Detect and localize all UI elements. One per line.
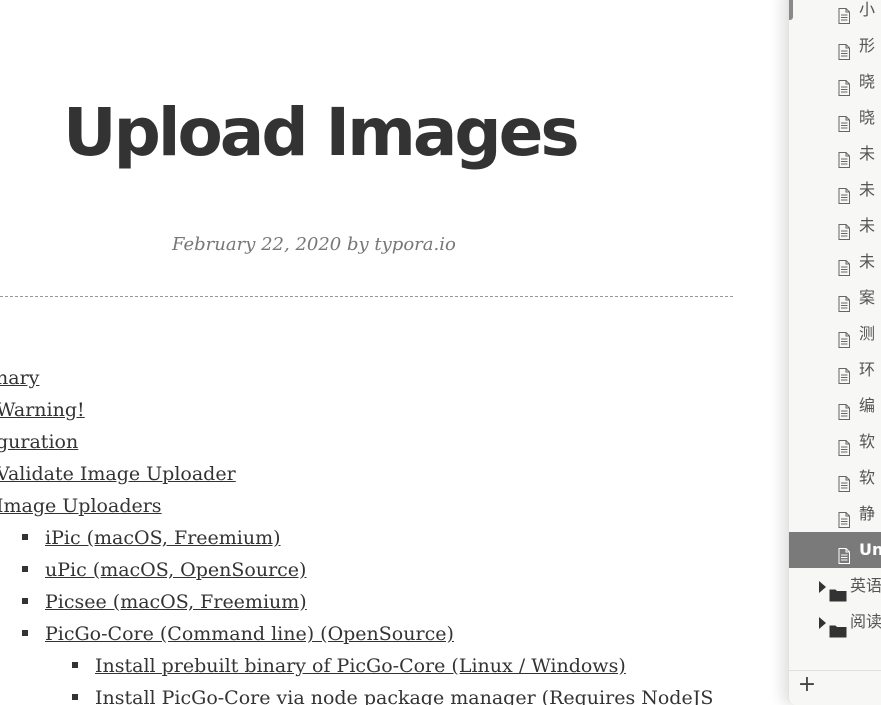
file-tree-item[interactable]: 测 [789, 316, 881, 352]
toc-link-text: guration [0, 431, 79, 453]
file-tree-item[interactable]: 软 [789, 460, 881, 496]
folder-icon [829, 615, 847, 638]
file-tree-item[interactable]: 晓 [789, 100, 881, 136]
toc-link[interactable]: Install prebuilt binary of PicGo-Core (L… [72, 652, 626, 680]
document-icon [838, 37, 850, 60]
file-tree-item-label: 静 [859, 504, 876, 523]
document-icon [838, 325, 850, 348]
file-tree-item-label: 案 [859, 288, 876, 307]
file-tree-item[interactable]: 编 [789, 388, 881, 424]
add-file-button[interactable]: + [797, 674, 817, 696]
file-tree-item-label: 编 [859, 396, 876, 415]
toc-link-text: Picsee (macOS, Freemium) [45, 591, 307, 613]
file-tree-item-label: 软 [859, 468, 876, 487]
file-tree-item[interactable]: 小 [789, 0, 881, 28]
editor-area[interactable]: Upload Images February 22, 2020 by typor… [0, 0, 760, 705]
toc-link-text: Install PicGo-Core via node package mana… [95, 687, 714, 705]
document-icon [838, 181, 850, 204]
file-tree-item-label: 软 [859, 432, 876, 451]
file-tree-item-label: 测 [859, 324, 876, 343]
folder-icon [829, 579, 847, 602]
file-tree-sidebar: 小形晓晓未未未未案测环编软软静 Un 英语 阅读 + [788, 0, 881, 705]
toc-link-text: Image Uploaders [0, 495, 162, 517]
toc-link[interactable]: Validate Image Uploader [0, 460, 236, 488]
file-tree-item[interactable]: 未 [789, 244, 881, 280]
document-icon [838, 109, 850, 132]
toc-link-text: Validate Image Uploader [0, 463, 236, 485]
file-tree-item[interactable]: 软 [789, 424, 881, 460]
document-icon [838, 73, 850, 96]
document-icon [838, 145, 850, 168]
toc-link-text: iPic (macOS, Freemium) [45, 527, 281, 549]
toc-link[interactable]: guration [0, 428, 78, 456]
file-tree-item[interactable]: 未 [789, 136, 881, 172]
file-tree-item-label: 小 [859, 0, 876, 19]
document-icon [838, 253, 850, 276]
toc-bullet [22, 598, 28, 604]
file-tree-item[interactable]: 晓 [789, 64, 881, 100]
toc-link[interactable]: Image Uploaders [0, 492, 162, 520]
toc-link[interactable]: Install PicGo-Core via node package mana… [72, 684, 713, 705]
file-tree-folder-label: 英语 [850, 576, 881, 595]
file-tree-item-label: 形 [859, 36, 876, 55]
document-icon [838, 1, 850, 24]
toc-link[interactable]: iPic (macOS, Freemium) [22, 524, 281, 552]
toc-bullet [72, 694, 78, 700]
toc-bullet [22, 566, 28, 572]
sidebar-footer: + [789, 670, 881, 705]
file-tree-item[interactable]: 形 [789, 28, 881, 64]
file-tree-item[interactable]: 未 [789, 208, 881, 244]
toc-link[interactable]: nary [0, 364, 39, 392]
file-tree-item[interactable]: 未 [789, 172, 881, 208]
file-tree-item-label: 未 [859, 216, 876, 235]
toc-link-text: uPic (macOS, OpenSource) [45, 559, 307, 581]
file-tree-item[interactable]: Un [789, 532, 881, 568]
document-icon [838, 217, 850, 240]
toc-link[interactable]: PicGo-Core (Command line) (OpenSource) [22, 620, 454, 648]
toc-bullet [22, 630, 28, 636]
toc-link-text: Install prebuilt binary of PicGo-Core (L… [95, 655, 626, 677]
document-icon [838, 541, 850, 564]
file-tree-item[interactable]: 环 [789, 352, 881, 388]
document-icon [838, 361, 850, 384]
file-tree-item-label: 未 [859, 252, 876, 271]
file-tree-folder[interactable]: 英语 [789, 568, 881, 604]
file-tree-folder[interactable]: 阅读 [789, 604, 881, 640]
file-tree-item-label: 环 [859, 360, 876, 379]
document-icon [838, 289, 850, 312]
toc-link[interactable]: uPic (macOS, OpenSource) [22, 556, 306, 584]
table-of-contents: nary Warning! guration Validate Image Uploa… [0, 0, 760, 705]
toc-bullet [22, 534, 28, 540]
file-tree-folder-label: 阅读 [850, 612, 881, 631]
toc-link[interactable]: Warning! [0, 396, 85, 424]
file-tree-item-label: 晓 [859, 72, 876, 91]
file-tree-item-label: 未 [859, 180, 876, 199]
typora-window: Upload Images February 22, 2020 by typor… [0, 0, 881, 705]
toc-link[interactable]: Picsee (macOS, Freemium) [22, 588, 307, 616]
toc-bullet [72, 662, 78, 668]
chevron-right-icon[interactable] [819, 581, 826, 593]
document-icon [838, 433, 850, 456]
document-icon [838, 397, 850, 420]
toc-link-text: Warning! [0, 399, 85, 421]
file-tree-item[interactable]: 静 [789, 496, 881, 532]
file-tree-item[interactable]: 案 [789, 280, 881, 316]
toc-link-text: PicGo-Core (Command line) (OpenSource) [45, 623, 454, 645]
document-icon [838, 505, 850, 528]
toc-link-text: nary [0, 367, 40, 389]
chevron-right-icon[interactable] [819, 617, 826, 629]
document-icon [838, 469, 850, 492]
file-tree-item-label: Un [859, 540, 881, 559]
file-tree-item-label: 晓 [859, 108, 876, 127]
file-tree-item-label: 未 [859, 144, 876, 163]
